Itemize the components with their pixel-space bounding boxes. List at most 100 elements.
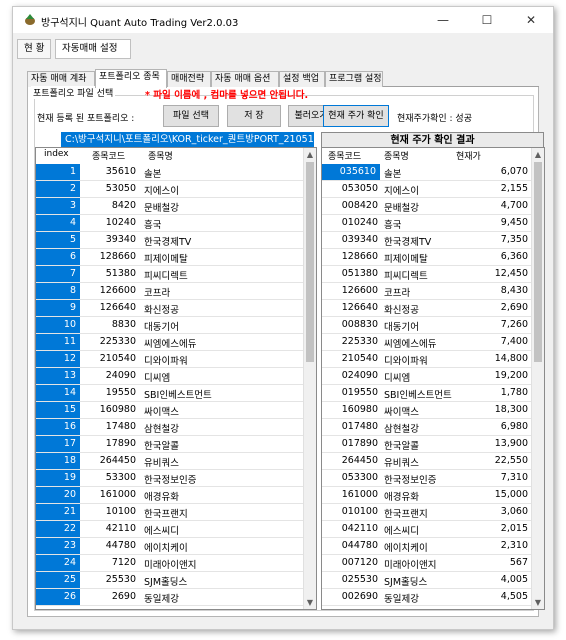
table-row[interactable]: 12 210540 디와이파워 xyxy=(36,351,316,368)
table-row[interactable]: 16 17480 삼현철강 xyxy=(36,419,316,436)
tab-auto-trade-settings[interactable]: 자동매매 설정 xyxy=(55,39,131,59)
table-row[interactable]: 017480 삼현철강 6,980 xyxy=(322,419,544,436)
price-result-grid[interactable]: 종목코드 종목명 현재가 035610 솔본 6,070 053050 지에스이 2,15… xyxy=(321,147,545,610)
col-name-header[interactable]: 종목명 xyxy=(384,149,409,162)
check-price-button[interactable]: 현재 주가 확인 xyxy=(323,105,389,127)
table-row[interactable]: 225330 씨엠에스에듀 7,400 xyxy=(322,334,544,351)
table-row[interactable]: 20 161000 애경유화 xyxy=(36,487,316,504)
row-index-cell: 22 xyxy=(36,521,80,537)
vertical-scrollbar[interactable]: ▲ ▼ xyxy=(303,148,316,609)
current-portfolio-label: 현재 등록 된 포트폴리오 : xyxy=(37,114,135,124)
table-row[interactable]: 24 7120 미래아이앤지 xyxy=(36,555,316,572)
col-code-header[interactable]: 종목코드 xyxy=(328,149,361,162)
tab-portfolio-stocks[interactable]: 포트폴리오 종목 xyxy=(95,69,167,88)
table-row[interactable]: 051380 피씨디렉트 12,450 xyxy=(322,266,544,283)
table-row[interactable]: 22 42110 에스씨디 xyxy=(36,521,316,538)
price-cell: 13,900 xyxy=(494,438,528,449)
table-row[interactable]: 8 126600 코프라 xyxy=(36,283,316,300)
scroll-down-icon[interactable]: ▼ xyxy=(532,596,544,609)
tab-settings-backup[interactable]: 설정 백업 xyxy=(279,71,325,87)
col-price-header[interactable]: 현재가 xyxy=(456,149,481,162)
title-bar[interactable]: 방구석지니 Quant Auto Trading Ver2.0.03 — ☐ ✕ xyxy=(13,7,553,33)
table-row[interactable]: 21 10100 한국프랜지 xyxy=(36,504,316,521)
table-row[interactable]: 25 25530 SJM홀딩스 xyxy=(36,572,316,589)
maximize-button[interactable]: ☐ xyxy=(465,7,509,33)
table-row[interactable]: 9 126640 화신정공 xyxy=(36,300,316,317)
table-row[interactable]: 126640 화신정공 2,690 xyxy=(322,300,544,317)
price-cell: 4,505 xyxy=(500,591,528,602)
price-cell: 2,155 xyxy=(500,183,528,194)
price-cell: 6,980 xyxy=(500,421,528,432)
table-row[interactable]: 007120 미래아이앤지 567 xyxy=(322,555,544,572)
stock-code-cell: 42110 xyxy=(105,523,136,534)
tab-trading-strategy[interactable]: 매매전략 xyxy=(167,71,211,87)
row-index-cell: 5 xyxy=(36,232,80,248)
stock-name-cell: 대동기어 xyxy=(384,322,419,333)
select-file-button[interactable]: 파일 선택 xyxy=(163,105,219,127)
table-row[interactable]: 042110 에스씨디 2,015 xyxy=(322,521,544,538)
table-row[interactable]: 024090 디씨엠 19,200 xyxy=(322,368,544,385)
tab-program-settings[interactable]: 프로그램 설정 xyxy=(325,71,383,87)
table-row[interactable]: 4 10240 흥국 xyxy=(36,215,316,232)
col-index-header[interactable]: index xyxy=(44,149,69,159)
table-row[interactable]: 039340 한국경제TV 7,350 xyxy=(322,232,544,249)
scroll-thumb[interactable] xyxy=(534,162,542,362)
table-row[interactable]: 14 19550 SBI인베스트먼트 xyxy=(36,385,316,402)
table-row[interactable]: 053050 지에스이 2,155 xyxy=(322,181,544,198)
portfolio-grid[interactable]: index 종목코드 종목명 1 35610 솔본 2 53050 지에스이 3 8420 문배… xyxy=(35,147,317,610)
minimize-button[interactable]: — xyxy=(421,7,465,33)
stock-name-cell: 디와이파워 xyxy=(144,356,188,367)
table-row[interactable]: 126600 코프라 8,430 xyxy=(322,283,544,300)
table-row[interactable]: 18 264450 유비쿼스 xyxy=(36,453,316,470)
table-row[interactable]: 044780 에이치케이 2,310 xyxy=(322,538,544,555)
row-index-cell: 7 xyxy=(36,266,80,282)
table-row[interactable]: 13 24090 디씨엠 xyxy=(36,368,316,385)
table-row[interactable]: 160980 싸이맥스 18,300 xyxy=(322,402,544,419)
stock-code-cell: 53300 xyxy=(105,472,136,483)
table-row[interactable]: 264450 유비쿼스 22,550 xyxy=(322,453,544,470)
table-row[interactable]: 010240 흥국 9,450 xyxy=(322,215,544,232)
table-row[interactable]: 19 53300 한국정보인증 xyxy=(36,470,316,487)
table-row[interactable]: 15 160980 싸이맥스 xyxy=(36,402,316,419)
table-row[interactable]: 010100 한국프랜지 3,060 xyxy=(322,504,544,521)
table-row[interactable]: 17 17890 한국알콜 xyxy=(36,436,316,453)
table-row[interactable]: 3 8420 문배철강 xyxy=(36,198,316,215)
stock-name-cell: 흥국 xyxy=(384,220,402,231)
tab-status[interactable]: 현 황 xyxy=(17,39,51,59)
table-row[interactable]: 025530 SJM홀딩스 4,005 xyxy=(322,572,544,589)
table-row[interactable]: 23 44780 에이치케이 xyxy=(36,538,316,555)
table-row[interactable]: 10 8830 대동기어 xyxy=(36,317,316,334)
stock-name-cell: 미래아이앤지 xyxy=(384,560,437,571)
col-code-header[interactable]: 종목코드 xyxy=(92,149,125,162)
file-path-field[interactable]: C:\방구석지니\포트폴리오\KOR_ticker_퀀트방PORT_210518… xyxy=(61,132,314,148)
save-button[interactable]: 저 장 xyxy=(227,105,281,127)
stock-code-cell: 053300 xyxy=(341,472,378,483)
table-row[interactable]: 053300 한국정보인증 7,310 xyxy=(322,470,544,487)
tab-auto-trade-account[interactable]: 자동 매매 계좌 xyxy=(27,71,95,87)
table-row[interactable]: 2 53050 지에스이 xyxy=(36,181,316,198)
scroll-thumb[interactable] xyxy=(306,162,314,362)
close-button[interactable]: ✕ xyxy=(509,7,553,33)
stock-name-cell: 피씨디렉트 xyxy=(384,271,428,282)
table-row[interactable]: 002690 동일제강 4,505 xyxy=(322,589,544,606)
table-row[interactable]: 128660 피제이메탈 6,360 xyxy=(322,249,544,266)
table-row[interactable]: 6 128660 피제이메탈 xyxy=(36,249,316,266)
tab-auto-trade-options[interactable]: 자동 매매 옵션 xyxy=(211,71,279,87)
table-row[interactable]: 008830 대동기어 7,260 xyxy=(322,317,544,334)
scroll-down-icon[interactable]: ▼ xyxy=(304,596,316,609)
col-name-header[interactable]: 종목명 xyxy=(148,149,173,162)
table-row[interactable]: 019550 SBI인베스트먼트 1,780 xyxy=(322,385,544,402)
table-row[interactable]: 1 35610 솔본 xyxy=(36,164,316,181)
scroll-up-icon[interactable]: ▲ xyxy=(532,148,544,161)
table-row[interactable]: 017890 한국알콜 13,900 xyxy=(322,436,544,453)
table-row[interactable]: 11 225330 씨엠에스에듀 xyxy=(36,334,316,351)
table-row[interactable]: 210540 디와이파워 14,800 xyxy=(322,351,544,368)
scroll-up-icon[interactable]: ▲ xyxy=(304,148,316,161)
table-row[interactable]: 161000 애경유화 15,000 xyxy=(322,487,544,504)
table-row[interactable]: 7 51380 피씨디렉트 xyxy=(36,266,316,283)
table-row[interactable]: 26 2690 동일제강 xyxy=(36,589,316,606)
table-row[interactable]: 5 39340 한국경제TV xyxy=(36,232,316,249)
table-row[interactable]: 008420 문배철강 4,700 xyxy=(322,198,544,215)
table-row[interactable]: 035610 솔본 6,070 xyxy=(322,164,544,181)
vertical-scrollbar[interactable]: ▲ ▼ xyxy=(531,148,544,609)
